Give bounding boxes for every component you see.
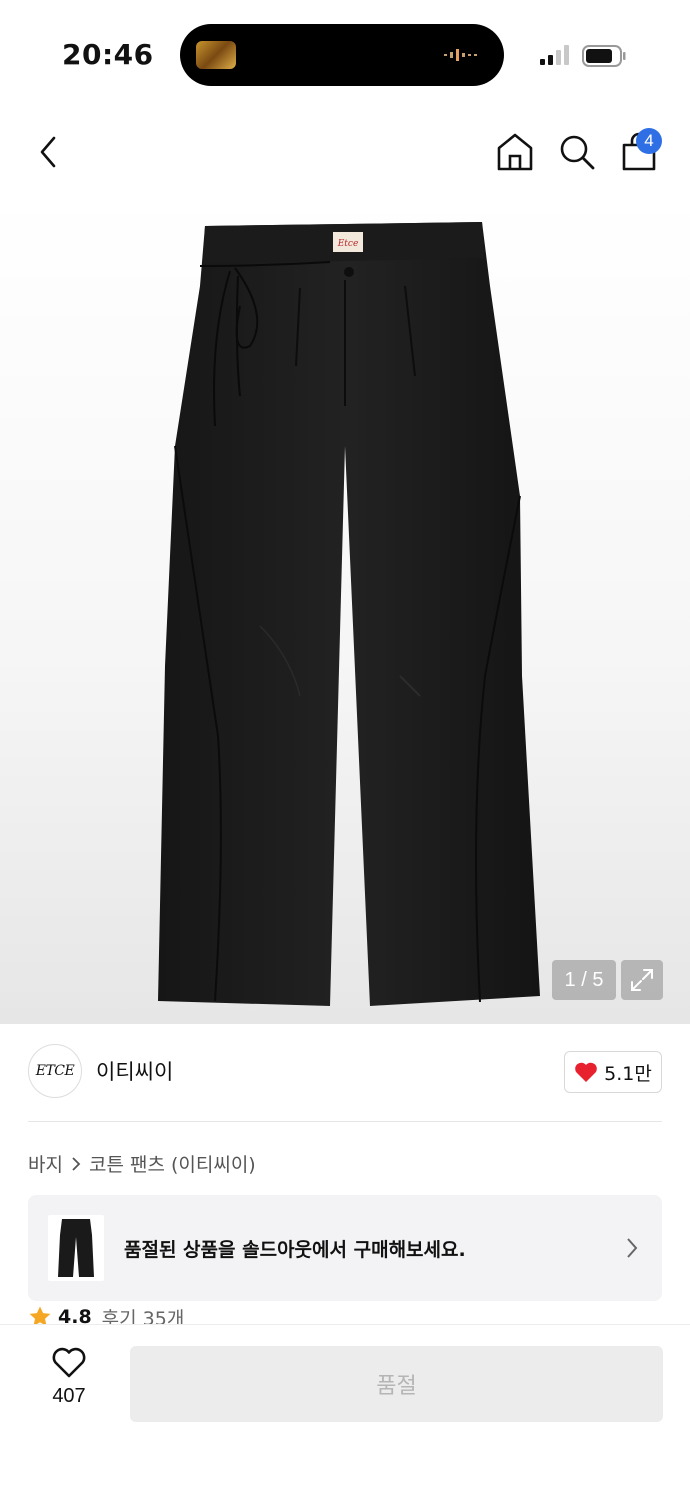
breadcrumb: 바지 코튼 팬츠 (이티씨이) [28,1150,256,1177]
heart-outline-icon [52,1347,86,1378]
divider [28,1121,662,1122]
battery-icon [582,45,626,67]
signal-icon [540,45,569,65]
product-photo: Etce [158,222,540,1006]
status-time: 20:46 [62,38,154,71]
chevron-right-icon [71,1156,81,1172]
brand-logo[interactable]: ETCE [28,1044,82,1098]
search-icon [560,135,595,170]
home-icon [497,133,533,171]
heart-filled-icon [575,1062,597,1082]
dynamic-island[interactable] [180,24,504,86]
back-chevron-icon [40,136,56,168]
wishlist-button[interactable]: 407 [36,1347,102,1427]
soldout-banner-text: 품절된 상품을 솔드아웃에서 구매해보세요. [124,1239,466,1261]
breadcrumb-product[interactable]: 코튼 팬츠 (이티씨이) [89,1150,256,1177]
image-counter: 1 / 5 [552,960,616,1000]
soldout-banner[interactable]: 품절된 상품을 솔드아웃에서 구매해보세요. [28,1195,662,1301]
expand-image-button[interactable] [621,960,663,1000]
expand-icon [631,969,653,991]
soldout-button[interactable]: 품절 [130,1346,663,1422]
chevron-right-icon [626,1237,638,1263]
brand-like-button[interactable]: 5.1만 [564,1051,662,1093]
audio-wave-icon [444,49,477,61]
product-image-carousel[interactable]: Etce 1 / 5 [0,196,690,1024]
svg-text:Etce: Etce [337,239,359,249]
back-button[interactable] [28,128,68,176]
brand-like-count: 5.1만 [604,1062,652,1085]
wishlist-count: 407 [52,1385,86,1407]
top-navigation [0,110,690,196]
now-playing-thumbnail [196,41,236,69]
home-button[interactable] [494,128,536,176]
brand-row[interactable]: ETCE 이티씨이 5.1만 [28,1040,662,1104]
search-button[interactable] [556,128,598,176]
cart-count-badge: 4 [636,128,662,154]
bottom-action-bar: 407 품절 [0,1324,690,1500]
status-bar: 20:46 [0,0,690,110]
breadcrumb-category[interactable]: 바지 [28,1150,63,1177]
brand-name[interactable]: 이티씨이 [96,1056,173,1086]
banner-product-thumbnail [48,1215,104,1281]
